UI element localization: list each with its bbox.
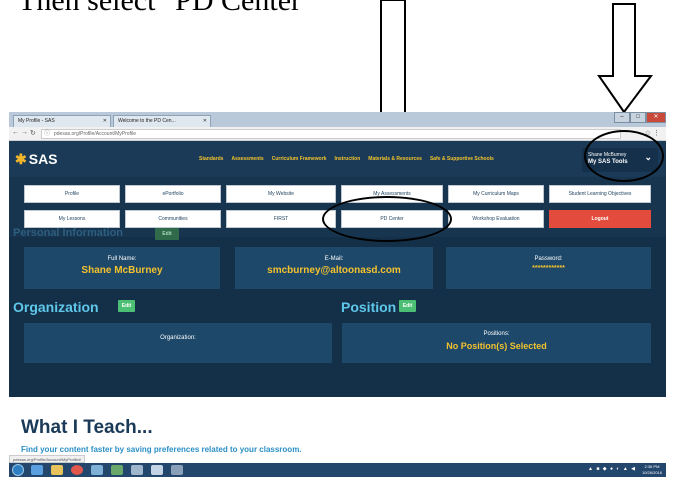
close-icon[interactable]: ✕: [646, 112, 666, 123]
app-icon[interactable]: [91, 465, 103, 475]
menu-workshop-evaluation[interactable]: Workshop Evaluation: [448, 210, 544, 228]
menu-my-website[interactable]: My Website: [226, 185, 336, 203]
folder-icon[interactable]: [51, 465, 63, 475]
address-bar: ← → ↻ ⓘ pdesas.org/Profile/Account/MyPro…: [9, 127, 666, 141]
gear-icon: ✱: [15, 151, 27, 167]
taskbar-clock[interactable]: 2:36 PM 10/26/2016: [642, 464, 662, 476]
nav-safe-supportive-schools[interactable]: Safe & Supportive Schools: [430, 156, 494, 162]
browser-window: My Profile - SAS ✕ Welcome to the PD Cen…: [9, 112, 666, 477]
edit-position-button[interactable]: Edit: [399, 300, 416, 312]
full-name-label: Full Name:: [107, 256, 137, 262]
organization-card: Organization:: [24, 323, 332, 363]
start-button[interactable]: [12, 464, 24, 476]
edit-organization-button[interactable]: Edit: [118, 300, 135, 312]
email-card: E-Mail: smcburney@altoonasd.com: [235, 247, 433, 289]
email-value: smcburney@altoonasd.com: [267, 265, 401, 276]
tab-label: My Profile - SAS: [18, 118, 55, 124]
edit-personal-button[interactable]: Edit: [155, 228, 179, 240]
app-icon[interactable]: [131, 465, 143, 475]
back-icon[interactable]: ←: [12, 129, 19, 136]
system-tray-icons[interactable]: ▲ ■ ◆ ● ◐ ▲ ◀: [588, 466, 636, 472]
nav-assessments[interactable]: Assessments: [231, 156, 263, 162]
nav-instruction[interactable]: Instruction: [334, 156, 360, 162]
position-heading: Position: [341, 299, 397, 315]
highlight-ellipse: [584, 130, 664, 182]
highlight-ellipse: [322, 196, 452, 242]
logo-text: SAS: [28, 151, 58, 167]
browser-tab[interactable]: My Profile - SAS ✕: [13, 115, 111, 127]
app-icon[interactable]: [151, 465, 163, 475]
instruction-caption: Then select "PD Center": [18, 0, 314, 17]
email-label: E-Mail:: [324, 256, 344, 262]
menu-my-curriculum-maps[interactable]: My Curriculum Maps: [448, 185, 544, 203]
close-icon[interactable]: ✕: [203, 118, 207, 124]
app-icon[interactable]: [171, 465, 183, 475]
info-icon[interactable]: ⓘ: [44, 130, 50, 138]
organization-label: Organization:: [160, 335, 196, 341]
nav-curriculum-framework[interactable]: Curriculum Framework: [272, 156, 327, 162]
menu-communities[interactable]: Communities: [125, 210, 221, 228]
menu-my-lessons[interactable]: My Lessons: [24, 210, 120, 228]
password-card: Password: ************: [446, 247, 651, 289]
arrow-down-icon: [597, 3, 653, 114]
top-navigation: Standards Assessments Curriculum Framewo…: [199, 156, 494, 162]
tab-label: Welcome to the PD Cen...: [118, 118, 176, 124]
logout-button[interactable]: Logout: [549, 210, 651, 228]
maximize-icon[interactable]: □: [630, 112, 646, 123]
password-label: Password:: [534, 256, 563, 262]
ie-icon[interactable]: [31, 465, 43, 475]
url-text: pdesas.org/Profile/Account/MyProfile: [54, 131, 136, 137]
url-field[interactable]: ⓘ pdesas.org/Profile/Account/MyProfile: [41, 129, 621, 139]
close-icon[interactable]: ✕: [103, 118, 107, 124]
minimize-icon[interactable]: –: [614, 112, 630, 123]
positions-value: No Position(s) Selected: [446, 341, 547, 351]
what-i-teach-heading: What I Teach...: [21, 417, 153, 438]
password-value: ************: [532, 265, 565, 272]
organization-heading: Organization: [13, 299, 99, 315]
what-i-teach-subtitle: Find your content faster by saving prefe…: [21, 445, 302, 454]
position-card: Positions: No Position(s) Selected: [342, 323, 651, 363]
nav-materials-resources[interactable]: Materials & Resources: [368, 156, 422, 162]
nav-standards[interactable]: Standards: [199, 156, 223, 162]
status-bar-url: pdesas.org/Profile/Account/MyProfile#: [9, 455, 85, 463]
menu-profile[interactable]: Profile: [24, 185, 120, 203]
full-name-card: Full Name: Shane McBurney: [24, 247, 220, 289]
menu-eportfolio[interactable]: ePortfolio: [125, 185, 221, 203]
reload-icon[interactable]: ↻: [30, 129, 36, 137]
profile-panel: Personal Information Edit Full Name: Sha…: [9, 227, 666, 397]
forward-icon[interactable]: →: [21, 129, 28, 136]
tab-bar: My Profile - SAS ✕ Welcome to the PD Cen…: [9, 112, 666, 127]
site-logo[interactable]: ✱ SAS: [15, 151, 58, 168]
app-icon[interactable]: [111, 465, 123, 475]
what-i-teach-section: What I Teach... Find your content faster…: [9, 397, 666, 457]
menu-first[interactable]: FIRST: [226, 210, 336, 228]
browser-tab[interactable]: Welcome to the PD Cen... ✕: [113, 115, 211, 127]
full-name-value: Shane McBurney: [81, 265, 163, 276]
chrome-icon[interactable]: [71, 465, 83, 475]
site-header: ✱ SAS Standards Assessments Curriculum Fr…: [9, 141, 666, 177]
positions-label: Positions:: [483, 331, 510, 337]
windows-taskbar: ▲ ■ ◆ ● ◐ ▲ ◀ 2:36 PM 10/26/2016: [9, 463, 666, 477]
menu-student-learning-objectives[interactable]: Student Learning Objectives: [549, 185, 651, 203]
clock-date: 10/26/2016: [641, 470, 662, 475]
window-controls: – □ ✕: [614, 112, 666, 123]
personal-information-heading: Personal Information: [13, 227, 124, 239]
